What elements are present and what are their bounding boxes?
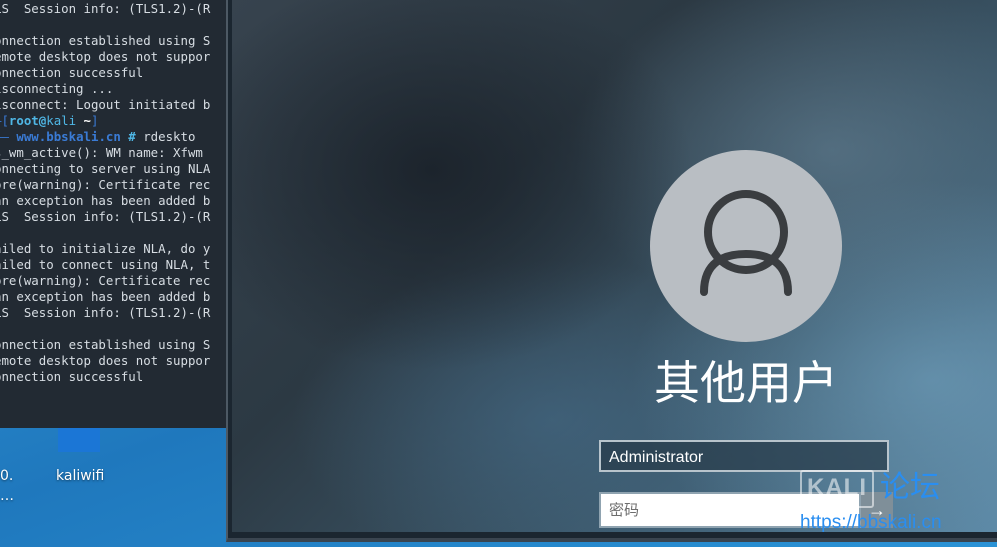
rdp-window[interactable]: 其他用户 Administrator → xyxy=(226,0,997,542)
terminal-line: onnection established using S xyxy=(0,33,211,48)
terminal-line: emote desktop does not suppor xyxy=(0,49,211,64)
prompt-site: www.bbskali.cn xyxy=(16,129,121,144)
watermark-kali-logo: KALI xyxy=(800,470,874,508)
terminal-line: isconnect: Logout initiated b xyxy=(0,97,211,112)
terminal-line: LS Session info: (TLS1.2)-(R xyxy=(0,1,211,16)
terminal-line: LS Session info: (TLS1.2)-(R xyxy=(0,209,211,224)
terminal-line: onnection successful xyxy=(0,369,144,384)
terminal-prompt-line-1: –[root@kali ~] xyxy=(0,113,98,129)
watermark-url: https://bbskali.cn xyxy=(800,512,942,533)
terminal-line: ailed to initialize NLA, do y xyxy=(0,241,211,256)
prompt-hash: # xyxy=(120,129,144,144)
prompt-command: rdeskto xyxy=(143,129,196,144)
terminal-line: isconnecting ... xyxy=(0,81,114,96)
terminal-line: ore(warning): Certificate rec xyxy=(0,177,211,192)
prompt-host: kali xyxy=(46,113,77,128)
watermark-forum-text: 论坛 xyxy=(880,470,940,505)
user-title: 其他用户 xyxy=(654,356,838,410)
terminal-line: an exception has been added b xyxy=(0,289,211,304)
terminal-line: s_wm_active(): WM name: Xfwm xyxy=(0,145,203,160)
prompt-user: root xyxy=(8,113,39,128)
terminal-line: an exception has been added b xyxy=(0,193,211,208)
terminal-line: onnecting to server using NLA xyxy=(0,161,211,176)
terminal-prompt-line-2: —— www.bbskali.cn # rdeskto xyxy=(0,129,195,145)
desktop-folder-icon[interactable] xyxy=(58,428,100,452)
user-avatar xyxy=(650,150,842,342)
desktop-icon-label-2[interactable]: … xyxy=(0,488,14,504)
windows-lock-screen: 其他用户 Administrator → xyxy=(232,0,997,532)
prompt-dir: ~ xyxy=(76,113,91,128)
desktop-icon-kaliwifi[interactable]: kaliwifi xyxy=(56,468,104,484)
terminal-window[interactable]: LS Session info: (TLS1.2)-(R onnection es… xyxy=(0,0,232,428)
prompt-site-prefix: —— xyxy=(0,129,9,144)
terminal-line: ailed to connect using NLA, t xyxy=(0,257,211,272)
prompt-bracket-close: ] xyxy=(91,113,99,128)
terminal-line: onnection successful xyxy=(0,65,144,80)
terminal-line: ore(warning): Certificate rec xyxy=(0,273,211,288)
watermark: KALI 论坛 https://bbskali.cn xyxy=(800,468,990,543)
user-silhouette-icon xyxy=(700,190,792,296)
terminal-line: LS Session info: (TLS1.2)-(R xyxy=(0,305,211,320)
desktop-icon-label[interactable]: 0. xyxy=(0,468,13,484)
terminal-line: onnection established using S xyxy=(0,337,211,352)
prompt-bracket-open: –[ xyxy=(0,113,9,128)
terminal-line: emote desktop does not suppor xyxy=(0,353,211,368)
